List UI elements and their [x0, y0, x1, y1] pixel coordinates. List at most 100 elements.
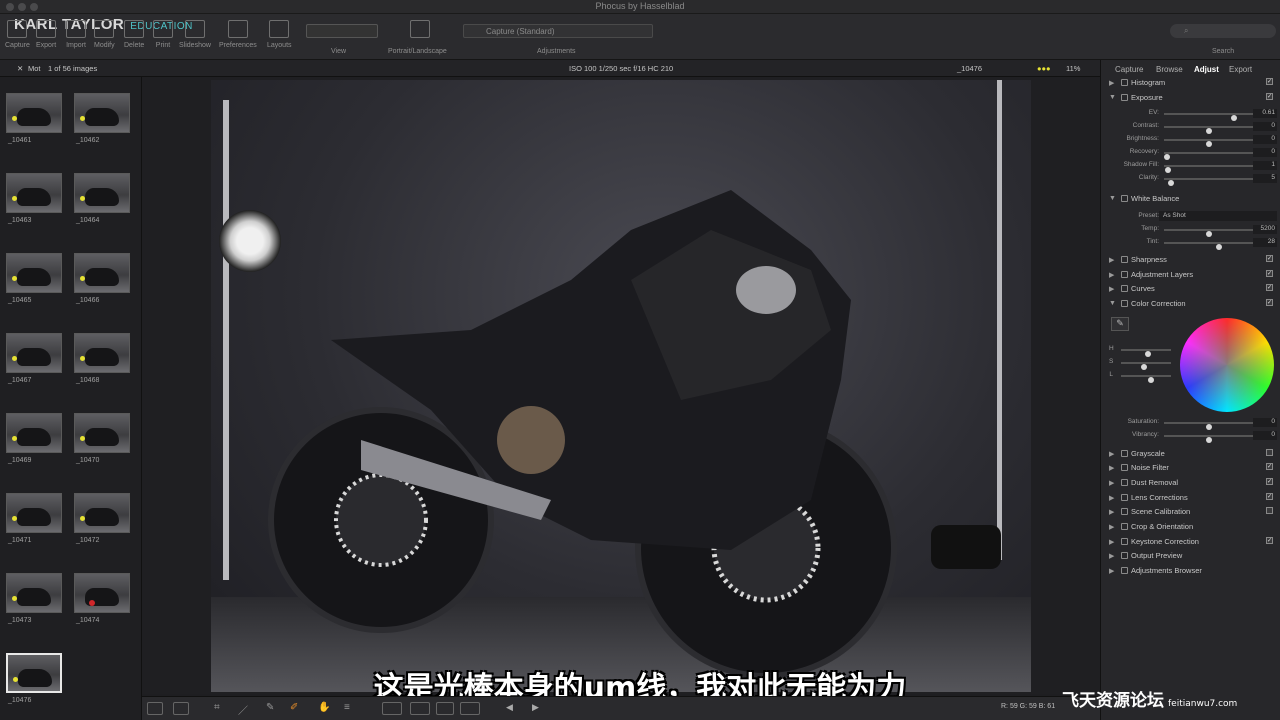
slider-track[interactable]	[1164, 242, 1254, 250]
color-picker-eyedropper-icon[interactable]: ✎	[1111, 317, 1129, 331]
thumbnail[interactable]	[6, 333, 62, 373]
slider-track[interactable]	[1164, 178, 1254, 186]
compare-view-button[interactable]	[173, 702, 189, 715]
temp-slider[interactable]: Temp: 5200	[1109, 224, 1277, 237]
eyedropper-tool-icon[interactable]: ✎	[266, 702, 282, 715]
collapse-icon[interactable]: ▼	[1109, 300, 1116, 307]
slider-knob[interactable]	[1206, 437, 1212, 443]
contrast-slider[interactable]: Contrast: 0	[1109, 121, 1277, 134]
expand-icon[interactable]: ▶	[1109, 567, 1114, 575]
clarity-slider[interactable]: Clarity: 5	[1109, 173, 1277, 186]
close-tab-icon[interactable]: ✕	[17, 64, 23, 73]
zoom-fill-button[interactable]	[410, 702, 430, 715]
slideshow-button[interactable]: Slideshow	[179, 20, 211, 49]
tool-scene-calibration[interactable]: ▶ Scene Calibration	[1109, 506, 1277, 519]
enable-checkbox[interactable]: ✓	[1266, 478, 1273, 485]
color-tag-dots[interactable]: ●●●	[1037, 64, 1051, 73]
single-view-button[interactable]	[147, 702, 163, 715]
slider-knob[interactable]	[1168, 180, 1175, 186]
shadow-fill-value[interactable]: 1	[1253, 161, 1277, 170]
slider-knob[interactable]	[1148, 377, 1154, 383]
slider-track[interactable]	[1164, 113, 1254, 121]
tab-adjust[interactable]: Adjust	[1194, 65, 1219, 74]
enable-checkbox[interactable]: ✓	[1266, 493, 1273, 500]
thumbnail[interactable]	[6, 93, 62, 133]
print-button[interactable]: Print	[153, 20, 173, 49]
vibrancy-value[interactable]: 0	[1253, 431, 1277, 440]
thumbnail[interactable]	[74, 413, 130, 453]
previous-image-icon[interactable]: ◀	[506, 702, 522, 715]
lightness-slider[interactable]: L	[1109, 370, 1179, 383]
tool-output-preview[interactable]: ▶ Output Preview	[1109, 550, 1277, 563]
expand-icon[interactable]: ▶	[1109, 285, 1114, 293]
thumbnail[interactable]	[74, 173, 130, 213]
thumbnail[interactable]	[74, 253, 130, 293]
slider-track[interactable]	[1164, 139, 1254, 147]
tint-value[interactable]: 28	[1253, 238, 1277, 247]
slider-track[interactable]	[1164, 152, 1254, 160]
tool-exposure[interactable]: ▼ Exposure ✓	[1109, 92, 1277, 105]
tool-adjustment-layers[interactable]: ▶ Adjustment Layers ✓	[1109, 269, 1277, 282]
tab-browse[interactable]: Browse	[1156, 65, 1183, 74]
tool-dust-removal[interactable]: ▶ Dust Removal ✓	[1109, 477, 1277, 490]
thumbnail[interactable]	[74, 493, 130, 533]
slider-knob[interactable]	[1216, 244, 1223, 250]
enable-checkbox[interactable]	[1266, 449, 1273, 456]
import-button[interactable]: Import	[66, 20, 86, 49]
expand-icon[interactable]: ▶	[1109, 464, 1114, 472]
thumbnail[interactable]	[6, 253, 62, 293]
expand-icon[interactable]: ▶	[1109, 494, 1114, 502]
enable-checkbox[interactable]: ✓	[1266, 537, 1273, 544]
folder-tab[interactable]: Mot	[28, 64, 41, 73]
tab-capture[interactable]: Capture	[1115, 65, 1143, 74]
healing-tool-icon[interactable]: ✐	[290, 702, 306, 715]
thumbnail[interactable]	[74, 93, 130, 133]
thumbnail[interactable]	[74, 333, 130, 373]
tool-white-balance[interactable]: ▼ White Balance	[1109, 193, 1277, 206]
delete-button[interactable]: Delete	[124, 20, 144, 49]
thumbnail[interactable]	[6, 413, 62, 453]
temp-value[interactable]: 5200	[1253, 225, 1277, 234]
expand-icon[interactable]: ▶	[1109, 508, 1114, 516]
expand-icon[interactable]: ▶	[1109, 79, 1114, 87]
collapse-icon[interactable]: ▼	[1109, 94, 1116, 101]
next-image-icon[interactable]: ▶	[532, 702, 548, 715]
clarity-value[interactable]: 5	[1253, 174, 1277, 183]
collapse-icon[interactable]: ▼	[1109, 195, 1116, 202]
slider-track[interactable]	[1121, 375, 1171, 383]
tool-grayscale[interactable]: ▶ Grayscale	[1109, 448, 1277, 461]
enable-checkbox[interactable]: ✓	[1266, 270, 1273, 277]
tool-sharpness[interactable]: ▶ Sharpness ✓	[1109, 254, 1277, 267]
tool-lens-corrections[interactable]: ▶ Lens Corrections ✓	[1109, 492, 1277, 505]
saturation-slider[interactable]: Saturation: 0	[1109, 417, 1277, 430]
tool-color-correction[interactable]: ▼ Color Correction ✓	[1109, 298, 1277, 311]
saturation-value[interactable]: 0	[1253, 418, 1277, 427]
search-input[interactable]: ⌕	[1170, 24, 1276, 38]
vibrancy-slider[interactable]: Vibrancy: 0	[1109, 430, 1277, 443]
zoom-fit-button[interactable]	[382, 702, 402, 715]
slider-track[interactable]	[1121, 349, 1171, 357]
slider-track[interactable]	[1164, 422, 1254, 430]
export-button[interactable]: Export	[36, 20, 56, 49]
ev-slider[interactable]: EV: 0.61	[1109, 108, 1277, 121]
slider-track[interactable]	[1121, 362, 1171, 370]
recovery-value[interactable]: 0	[1253, 148, 1277, 157]
expand-icon[interactable]: ▶	[1109, 479, 1114, 487]
full-size-button[interactable]	[460, 702, 480, 715]
capture-preset-selector[interactable]: Capture (Standard)	[463, 24, 653, 38]
tool-keystone-correction[interactable]: ▶ Keystone Correction ✓	[1109, 536, 1277, 549]
expand-icon[interactable]: ▶	[1109, 538, 1114, 546]
expand-icon[interactable]: ▶	[1109, 523, 1114, 531]
brightness-slider[interactable]: Brightness: 0	[1109, 134, 1277, 147]
expand-icon[interactable]: ▶	[1109, 256, 1114, 264]
slider-track[interactable]	[1164, 126, 1254, 134]
image-viewer[interactable]	[142, 77, 1100, 694]
view-mode-selector[interactable]	[306, 24, 378, 38]
thumbnail[interactable]	[6, 173, 62, 213]
tool-adjustments-browser[interactable]: ▶ Adjustments Browser	[1109, 565, 1277, 578]
enable-checkbox[interactable]	[1266, 507, 1273, 514]
enable-checkbox[interactable]: ✓	[1266, 78, 1273, 85]
contrast-value[interactable]: 0	[1253, 122, 1277, 131]
expand-icon[interactable]: ▶	[1109, 450, 1114, 458]
expand-icon[interactable]: ▶	[1109, 552, 1114, 560]
